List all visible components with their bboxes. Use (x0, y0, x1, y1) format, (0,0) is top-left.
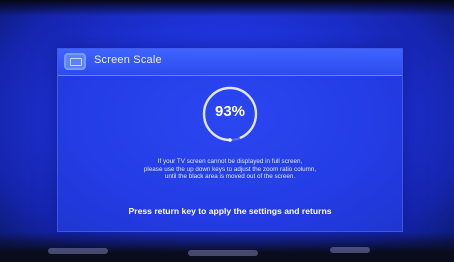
dialog-title: Screen Scale (94, 54, 162, 66)
instruction-line: If your TV screen cannot be displayed in… (157, 158, 303, 165)
background-reflection (48, 248, 108, 254)
screen-top-shadow (0, 0, 454, 16)
instruction-line: until the black area is moved out of the… (164, 173, 296, 181)
scale-gauge-knob (228, 138, 232, 142)
dialog-title-bar: Screen Scale (58, 49, 402, 76)
screen-icon (64, 53, 86, 70)
return-key-hint: Press return key to apply the settings a… (128, 206, 332, 216)
tv-screen: Screen Scale 93% If your TV screen canno… (0, 0, 454, 262)
screen-scale-dialog: Screen Scale 93% If your TV screen canno… (57, 48, 403, 232)
scale-value: 93% (214, 103, 246, 120)
screen-bottom-shadow (0, 232, 454, 262)
scale-instructions: If your TV screen cannot be displayed in… (80, 158, 380, 181)
background-reflection (330, 247, 370, 253)
instruction-line: please use the up down keys to adjust th… (143, 165, 317, 173)
background-reflection (188, 250, 258, 256)
scale-gauge[interactable]: 93% (199, 83, 261, 145)
